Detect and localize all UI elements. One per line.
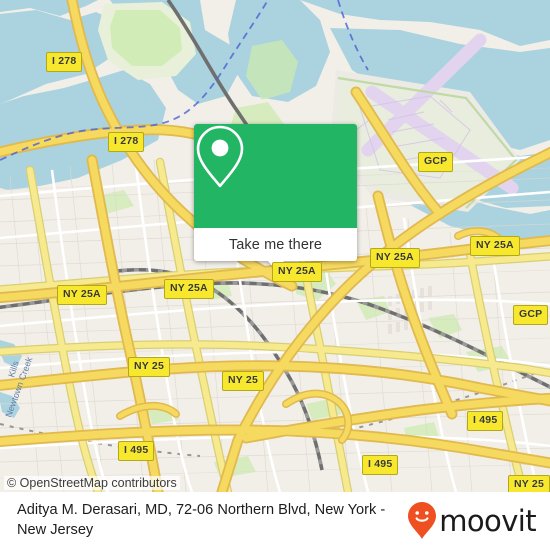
road-shield: NY 25A: [57, 285, 107, 305]
moovit-wordmark: moovit: [439, 503, 536, 538]
road-shield: I 495: [362, 455, 399, 475]
road-shield: NY 25A: [272, 262, 322, 282]
map-canvas[interactable]: I 278 I 278 GCP NY 25A NY 25A NY 25A NY …: [0, 0, 550, 492]
popup-image-area: [194, 124, 357, 228]
map-attribution[interactable]: © OpenStreetMap contributors: [4, 476, 180, 490]
bottom-bar: Aditya M. Derasari, MD, 72-06 Northern B…: [0, 492, 550, 550]
road-shield: I 278: [46, 52, 83, 72]
moovit-pin-smile-icon: [408, 502, 437, 539]
popup-action-bar[interactable]: Take me there: [194, 228, 357, 261]
moovit-logo[interactable]: moovit: [407, 501, 537, 541]
road-shield: I 495: [118, 441, 155, 461]
road-shield: NY 25: [508, 475, 550, 492]
road-shield: NY 25: [222, 371, 264, 391]
road-shield: NY 25A: [470, 236, 520, 256]
road-shield: GCP: [418, 152, 454, 172]
take-me-there-popup[interactable]: Take me there: [194, 124, 357, 270]
map-pin-icon: [196, 125, 244, 188]
road-shield: NY 25: [128, 357, 170, 377]
road-shield: NY 25A: [164, 279, 214, 299]
road-shield: GCP: [513, 305, 549, 325]
road-shield: I 278: [108, 132, 145, 152]
location-title: Aditya M. Derasari, MD, 72-06 Northern B…: [17, 502, 386, 538]
screenshot-root: I 278 I 278 GCP NY 25A NY 25A NY 25A NY …: [0, 0, 550, 550]
road-shield: NY 25A: [370, 248, 420, 268]
take-me-there-label: Take me there: [228, 236, 323, 253]
road-shield: I 495: [467, 411, 504, 431]
